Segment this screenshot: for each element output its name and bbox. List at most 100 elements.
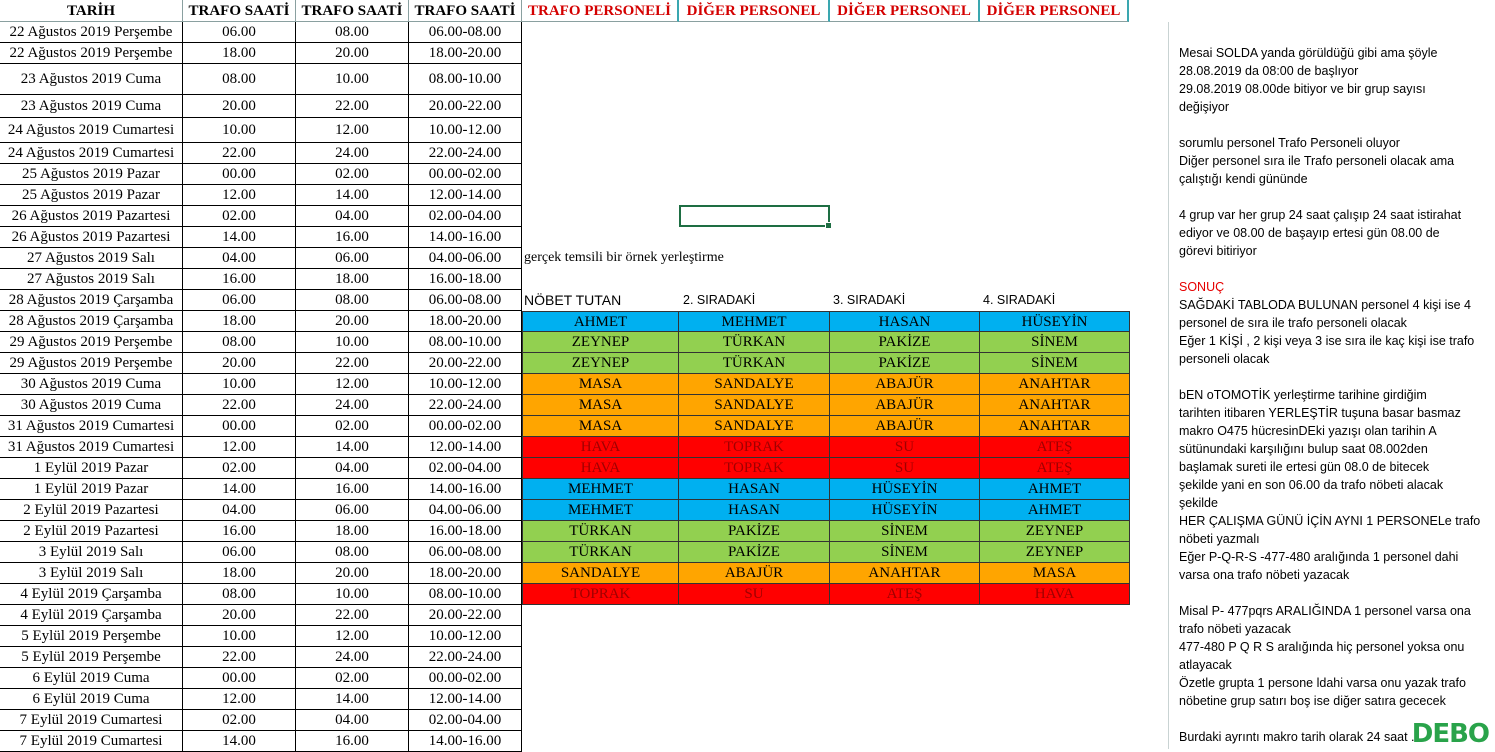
cell-start[interactable]: 10.00 [183,118,296,143]
group-cell[interactable]: MASA [522,374,679,395]
cell-start[interactable]: 12.00 [183,185,296,206]
cell-date[interactable]: 1 Eylül 2019 Pazar [0,479,183,500]
cell-end[interactable]: 06.00 [296,500,409,521]
group-cell[interactable]: SU [830,458,980,479]
cell-start[interactable]: 02.00 [183,710,296,731]
group-cell[interactable]: SİNEM [980,332,1130,353]
cell-start[interactable]: 00.00 [183,668,296,689]
group-cell[interactable]: TÜRKAN [522,542,679,563]
cell-start[interactable]: 14.00 [183,479,296,500]
cell-start[interactable]: 18.00 [183,563,296,584]
cell-range[interactable]: 08.00-10.00 [409,332,522,353]
cell-date[interactable]: 31 Ağustos 2019 Cumartesi [0,437,183,458]
cell-end[interactable]: 20.00 [296,311,409,332]
cell-start[interactable]: 18.00 [183,43,296,64]
group-cell[interactable]: TÜRKAN [679,353,830,374]
cell-start[interactable]: 02.00 [183,458,296,479]
cell-date[interactable]: 6 Eylül 2019 Cuma [0,668,183,689]
cell-range[interactable]: 20.00-22.00 [409,95,522,118]
cell-date[interactable]: 24 Ağustos 2019 Cumartesi [0,143,183,164]
cell-end[interactable]: 12.00 [296,118,409,143]
group-cell[interactable]: HAVA [980,584,1130,605]
cell-end[interactable]: 24.00 [296,395,409,416]
header-tarih[interactable]: TARİH [0,0,183,22]
header-trafo-saati-3[interactable]: TRAFO SAATİ [409,0,522,22]
cell-range[interactable]: 22.00-24.00 [409,647,522,668]
cell-range[interactable]: 18.00-20.00 [409,311,522,332]
cell-end[interactable]: 10.00 [296,64,409,95]
cell-range[interactable]: 18.00-20.00 [409,43,522,64]
cell-range[interactable]: 20.00-22.00 [409,605,522,626]
group-cell[interactable]: AHMET [980,479,1130,500]
cell-end[interactable]: 16.00 [296,227,409,248]
group-cell[interactable]: MASA [522,395,679,416]
group-cell[interactable]: TOPRAK [679,458,830,479]
cell-end[interactable]: 24.00 [296,143,409,164]
group-cell[interactable]: MEHMET [522,479,679,500]
cell-end[interactable]: 12.00 [296,374,409,395]
example-label[interactable]: gerçek temsili bir örnek yerleştirme [524,250,724,266]
group-cell[interactable]: TÜRKAN [522,521,679,542]
cell-end[interactable]: 10.00 [296,584,409,605]
cell-end[interactable]: 12.00 [296,626,409,647]
cell-end[interactable]: 16.00 [296,479,409,500]
group-cell[interactable]: ANAHTAR [980,416,1130,437]
cell-start[interactable]: 10.00 [183,626,296,647]
cell-end[interactable]: 10.00 [296,332,409,353]
cell-date[interactable]: 6 Eylül 2019 Cuma [0,689,183,710]
group-cell[interactable]: ANAHTAR [830,563,980,584]
group-cell[interactable]: TÜRKAN [679,332,830,353]
cell-end[interactable]: 08.00 [296,542,409,563]
cell-date[interactable]: 5 Eylül 2019 Perşembe [0,647,183,668]
cell-end[interactable]: 02.00 [296,668,409,689]
cell-date[interactable]: 30 Ağustos 2019 Cuma [0,395,183,416]
group-header-3-siradaki[interactable]: 3. SIRADAKİ [833,293,905,307]
group-cell[interactable]: MASA [522,416,679,437]
cell-start[interactable]: 22.00 [183,143,296,164]
cell-range[interactable]: 10.00-12.00 [409,374,522,395]
cell-date[interactable]: 31 Ağustos 2019 Cumartesi [0,416,183,437]
cell-date[interactable]: 2 Eylül 2019 Pazartesi [0,500,183,521]
group-cell[interactable]: ZEYNEP [980,542,1130,563]
cell-end[interactable]: 08.00 [296,22,409,43]
cell-start[interactable]: 08.00 [183,584,296,605]
group-cell[interactable]: HÜSEYİN [830,500,980,521]
cell-date[interactable]: 27 Ağustos 2019 Salı [0,269,183,290]
header-trafo-saati-1[interactable]: TRAFO SAATİ [183,0,296,22]
cell-end[interactable]: 18.00 [296,521,409,542]
group-cell[interactable]: ATEŞ [980,437,1130,458]
cell-end[interactable]: 14.00 [296,185,409,206]
cell-range[interactable]: 06.00-08.00 [409,22,522,43]
cell-range[interactable]: 22.00-24.00 [409,143,522,164]
group-cell[interactable]: ZEYNEP [980,521,1130,542]
cell-date[interactable]: 23 Ağustos 2019 Cuma [0,95,183,118]
cell-start[interactable]: 22.00 [183,395,296,416]
cell-range[interactable]: 12.00-14.00 [409,689,522,710]
group-cell[interactable]: AHMET [522,311,679,332]
cell-start[interactable]: 06.00 [183,290,296,311]
group-cell[interactable]: ABAJÜR [830,416,980,437]
group-cell[interactable]: AHMET [980,500,1130,521]
cell-start[interactable]: 00.00 [183,416,296,437]
cell-range[interactable]: 08.00-10.00 [409,584,522,605]
header-diger-personel-3[interactable]: DİĞER PERSONEL [980,0,1129,22]
cell-date[interactable]: 24 Ağustos 2019 Cumartesi [0,118,183,143]
cell-start[interactable]: 16.00 [183,521,296,542]
group-header-4-siradaki[interactable]: 4. SIRADAKİ [983,293,1055,307]
group-cell[interactable]: MEHMET [679,311,830,332]
cell-range[interactable]: 16.00-18.00 [409,269,522,290]
cell-date[interactable]: 2 Eylül 2019 Pazartesi [0,521,183,542]
cell-date[interactable]: 27 Ağustos 2019 Salı [0,248,183,269]
cell-range[interactable]: 18.00-20.00 [409,563,522,584]
cell-start[interactable]: 20.00 [183,353,296,374]
cell-range[interactable]: 10.00-12.00 [409,626,522,647]
cell-range[interactable]: 06.00-08.00 [409,542,522,563]
group-header-2-siradaki[interactable]: 2. SIRADAKİ [683,293,755,307]
group-cell[interactable]: SANDALYE [679,395,830,416]
cell-range[interactable]: 02.00-04.00 [409,710,522,731]
cell-date[interactable]: 30 Ağustos 2019 Cuma [0,374,183,395]
group-cell[interactable]: TOPRAK [679,437,830,458]
cell-end[interactable]: 22.00 [296,605,409,626]
cell-end[interactable]: 20.00 [296,563,409,584]
cell-end[interactable]: 02.00 [296,416,409,437]
